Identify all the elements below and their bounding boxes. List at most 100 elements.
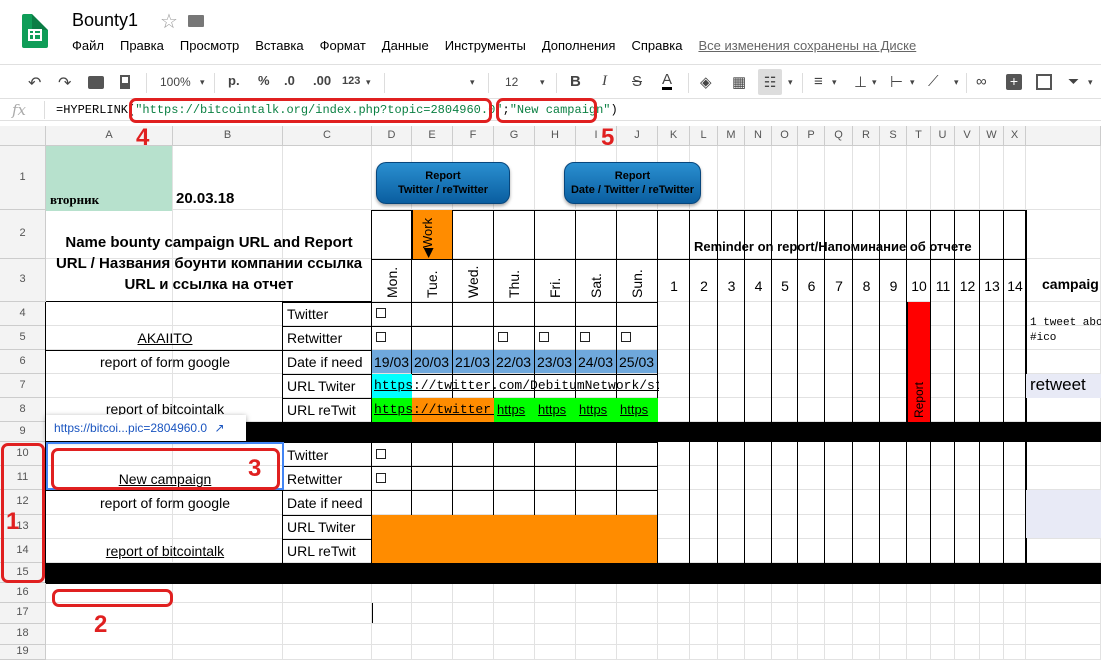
menu-file[interactable]: Файл xyxy=(72,38,104,54)
checkbox[interactable] xyxy=(376,473,386,483)
column-header-q[interactable]: Q xyxy=(825,126,853,146)
increase-decimals-button[interactable]: .00 xyxy=(313,73,331,88)
insert-chart-icon[interactable] xyxy=(1036,74,1052,90)
align-chevron-down-icon[interactable]: ▾ xyxy=(832,77,837,88)
save-status-link[interactable]: Все изменения сохранены на Диске xyxy=(698,38,916,54)
filter-icon[interactable]: ⏷ xyxy=(1068,73,1079,90)
report-date-button[interactable]: Report Date / Twitter / reTwitter xyxy=(564,162,701,204)
merge-chevron-down-icon[interactable]: ▾ xyxy=(788,77,793,88)
column-header-b[interactable]: B xyxy=(173,126,283,146)
report-twitter-button[interactable]: Report Twitter / reTwitter xyxy=(376,162,510,204)
text-rotation-icon[interactable]: ⟋ xyxy=(928,73,939,90)
row-header-7[interactable]: 7 xyxy=(0,374,46,398)
wrap-chevron-down-icon[interactable]: ▾ xyxy=(910,77,915,88)
column-header-l[interactable]: L xyxy=(690,126,718,146)
row-header-18[interactable]: 18 xyxy=(0,624,46,645)
column-header-k[interactable]: K xyxy=(658,126,690,146)
row-header-9[interactable]: 9 xyxy=(0,422,46,442)
date-cell[interactable]: 20/03 xyxy=(412,350,452,373)
rotation-chevron-down-icon[interactable]: ▾ xyxy=(954,77,959,88)
align-horizontal-icon[interactable]: ≡ xyxy=(814,73,823,90)
date-cell[interactable]: 21/03 xyxy=(453,350,493,373)
row-header-16[interactable]: 16 xyxy=(0,583,46,603)
row-header-6[interactable]: 6 xyxy=(0,350,46,374)
url-short-link[interactable]: https xyxy=(538,402,566,417)
row-header-19[interactable]: 19 xyxy=(0,645,46,660)
column-header-v[interactable]: V xyxy=(955,126,980,146)
url-short-link[interactable]: https xyxy=(497,402,525,417)
column-header-o[interactable]: O xyxy=(772,126,798,146)
column-header-c[interactable]: C xyxy=(283,126,372,146)
url-short-link[interactable]: https xyxy=(620,402,658,417)
column-header-j[interactable]: J xyxy=(617,126,658,146)
insert-comment-icon[interactable]: + xyxy=(1006,74,1022,90)
date-cell[interactable]: 23/03 xyxy=(535,350,575,373)
document-title[interactable]: Bounty1 xyxy=(72,10,138,31)
menu-tools[interactable]: Инструменты xyxy=(445,38,526,54)
select-all-corner[interactable] xyxy=(0,126,46,146)
paint-format-icon[interactable] xyxy=(120,75,130,89)
url-retwit-link[interactable]: https://twitter.c xyxy=(374,402,494,417)
checkbox[interactable] xyxy=(376,332,386,342)
row-header-1[interactable]: 1 xyxy=(0,146,46,210)
checkbox[interactable] xyxy=(498,332,508,342)
star-icon[interactable]: ☆ xyxy=(160,9,178,34)
menu-insert[interactable]: Вставка xyxy=(255,38,303,54)
date-cell[interactable]: 22/03 xyxy=(494,350,534,373)
column-header-x[interactable]: X xyxy=(1004,126,1026,146)
column-header-m[interactable]: M xyxy=(718,126,745,146)
row-header-5[interactable]: 5 xyxy=(0,326,46,350)
italic-button[interactable]: I xyxy=(602,73,607,90)
filter-chevron-down-icon[interactable]: ▾ xyxy=(1088,77,1093,88)
akaiito-link[interactable]: AKAIITO xyxy=(46,330,284,346)
menu-view[interactable]: Просмотр xyxy=(180,38,239,54)
menu-help[interactable]: Справка xyxy=(631,38,682,54)
folder-icon[interactable] xyxy=(188,15,204,27)
row-header-4[interactable]: 4 xyxy=(0,302,46,326)
formats-chevron-down-icon[interactable]: ▾ xyxy=(366,77,371,88)
open-link-icon[interactable]: ↗ xyxy=(214,421,224,435)
column-header-n[interactable]: N xyxy=(745,126,772,146)
url-short-link[interactable]: https xyxy=(579,402,607,417)
row-header-3[interactable]: 3 xyxy=(0,259,46,302)
url-twitter-link[interactable]: https://twitter.com/DebitumNetwork/statu xyxy=(374,378,659,393)
currency-format-button[interactable]: р. xyxy=(228,73,240,88)
column-header-d[interactable]: D xyxy=(372,126,412,146)
text-color-button[interactable]: A xyxy=(662,72,673,90)
link-preview-tooltip[interactable]: https://bitcoi...pic=2804960.0 ↗ xyxy=(46,415,246,441)
checkbox[interactable] xyxy=(539,332,549,342)
column-header-e[interactable]: E xyxy=(412,126,453,146)
redo-icon[interactable]: ↷ xyxy=(58,73,71,93)
insert-link-icon[interactable]: ∞ xyxy=(976,73,987,90)
valign-chevron-down-icon[interactable]: ▾ xyxy=(872,77,877,88)
column-header-u[interactable]: U xyxy=(931,126,955,146)
font-size-select[interactable]: 12 xyxy=(505,75,518,89)
tooltip-link[interactable]: https://bitcoi...pic=2804960.0 xyxy=(54,421,207,435)
decrease-decimals-button[interactable]: .0 xyxy=(284,73,295,88)
checkbox[interactable] xyxy=(621,332,631,342)
date-cell[interactable]: 19/03 xyxy=(372,350,411,373)
date-cell[interactable]: 24/03 xyxy=(576,350,616,373)
column-header-s[interactable]: S xyxy=(880,126,907,146)
font-size-chevron-down-icon[interactable]: ▾ xyxy=(540,77,545,88)
checkbox[interactable] xyxy=(580,332,590,342)
date-cell[interactable]: 25/03 xyxy=(617,350,657,373)
font-chevron-down-icon[interactable]: ▾ xyxy=(470,77,475,88)
column-header-a[interactable]: A xyxy=(46,126,173,146)
column-header-t[interactable]: T xyxy=(907,126,931,146)
menu-format[interactable]: Формат xyxy=(320,38,366,54)
bold-button[interactable]: B xyxy=(570,73,581,90)
print-icon[interactable] xyxy=(88,76,104,89)
text-wrap-icon[interactable]: ⊢ xyxy=(890,73,903,91)
menu-data[interactable]: Данные xyxy=(382,38,429,54)
fill-color-icon[interactable]: ◈ xyxy=(700,73,712,91)
row-header-8[interactable]: 8 xyxy=(0,398,46,422)
zoom-chevron-down-icon[interactable]: ▾ xyxy=(200,77,205,88)
more-formats-button[interactable]: 123 xyxy=(342,75,360,87)
sheets-logo-icon[interactable] xyxy=(22,14,48,48)
column-header-r[interactable]: R xyxy=(853,126,880,146)
column-header-g[interactable]: G xyxy=(494,126,535,146)
align-vertical-icon[interactable]: ⊥ xyxy=(854,73,867,91)
menu-addons[interactable]: Дополнения xyxy=(542,38,616,54)
checkbox[interactable] xyxy=(376,308,386,318)
